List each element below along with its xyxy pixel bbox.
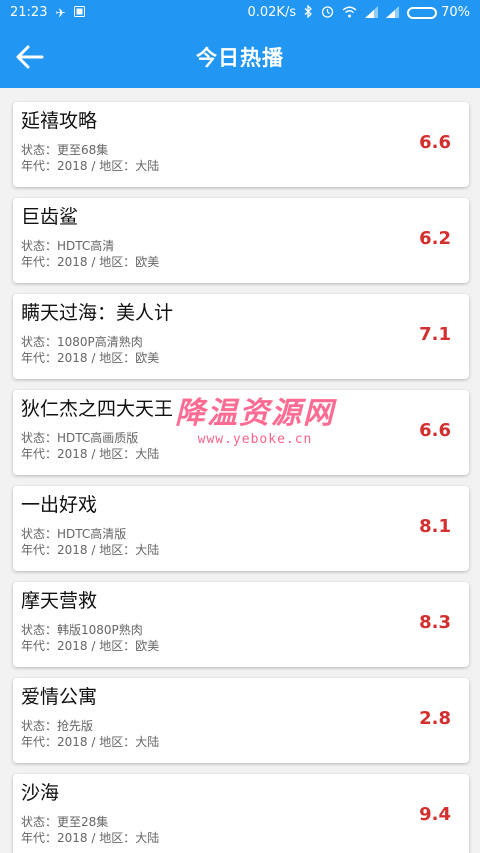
list-item[interactable]: 沙海 状态：更至28集 年代：2018 / 地区：大陆 9.4 — [13, 774, 469, 853]
notification-icon — [73, 6, 85, 19]
battery-indicator: 70% — [407, 5, 470, 20]
signal-icon — [365, 5, 379, 20]
signal-icon — [386, 5, 400, 20]
item-status: 状态：更至28集 — [21, 815, 109, 829]
page-title: 今日热播 — [196, 45, 284, 70]
item-score: 6.6 — [419, 132, 451, 153]
item-info: 年代：2018 / 地区：欧美 — [21, 351, 160, 365]
app-bar: 今日热播 — [0, 25, 480, 88]
alarm-icon — [321, 5, 334, 20]
status-time: 21:23 — [10, 5, 48, 20]
item-name: 一出好戏 — [21, 494, 98, 516]
item-name: 延禧攻略 — [21, 110, 98, 132]
item-info: 年代：2018 / 地区：大陆 — [21, 735, 160, 749]
item-score: 7.1 — [419, 324, 451, 345]
item-score: 9.4 — [419, 804, 451, 825]
item-name: 摩天营救 — [21, 590, 98, 612]
item-status: 状态：韩版1080P熟肉 — [21, 623, 143, 637]
item-score: 6.2 — [419, 228, 451, 249]
item-status: 状态：HDTC高清 — [21, 239, 115, 253]
item-name: 巨齿鲨 — [21, 206, 79, 228]
item-score: 8.3 — [419, 612, 451, 633]
list-item[interactable]: 摩天营救 状态：韩版1080P熟肉 年代：2018 / 地区：欧美 8.3 — [13, 582, 469, 667]
item-status: 状态：HDTC高画质版 — [21, 431, 139, 445]
status-bar-left: 21:23 ✈ — [10, 5, 85, 20]
item-info: 年代：2018 / 地区：大陆 — [21, 159, 160, 173]
wifi-icon — [342, 6, 357, 20]
list-item[interactable]: 瞒天过海：美人计 状态：1080P高清熟肉 年代：2018 / 地区：欧美 7.… — [13, 294, 469, 379]
battery-icon — [407, 6, 438, 19]
item-status: 状态：抢先版 — [21, 719, 94, 733]
arrow-left-icon — [16, 45, 44, 69]
item-name: 沙海 — [21, 782, 60, 804]
list-item[interactable]: 一出好戏 状态：HDTC高清版 年代：2018 / 地区：大陆 8.1 — [13, 486, 469, 571]
hot-list: 延禧攻略 状态：更至68集 年代：2018 / 地区：大陆 6.6 巨齿鲨 状态… — [0, 88, 480, 853]
item-status: 状态：HDTC高清版 — [21, 527, 127, 541]
list-item[interactable]: 巨齿鲨 状态：HDTC高清 年代：2018 / 地区：欧美 6.2 — [13, 198, 469, 283]
item-info: 年代：2018 / 地区：欧美 — [21, 639, 160, 653]
list-item[interactable]: 爱情公寓 状态：抢先版 年代：2018 / 地区：大陆 2.8 — [13, 678, 469, 763]
item-status: 状态：1080P高清熟肉 — [21, 335, 143, 349]
network-speed: 0.02K/s — [247, 5, 297, 20]
item-info: 年代：2018 / 地区：大陆 — [21, 447, 160, 461]
back-button[interactable] — [10, 37, 50, 77]
item-score: 8.1 — [419, 516, 451, 537]
item-name: 狄仁杰之四大天王 — [21, 398, 174, 420]
item-name: 爱情公寓 — [21, 686, 98, 708]
status-bar: 21:23 ✈ 0.02K/s 70% — [0, 0, 480, 25]
item-info: 年代：2018 / 地区：大陆 — [21, 543, 160, 557]
item-info: 年代：2018 / 地区：大陆 — [21, 831, 160, 845]
bluetooth-icon — [304, 4, 313, 20]
item-name: 瞒天过海：美人计 — [21, 302, 174, 324]
item-status: 状态：更至68集 — [21, 143, 109, 157]
status-bar-right: 0.02K/s 70% — [247, 4, 470, 20]
item-info: 年代：2018 / 地区：欧美 — [21, 255, 160, 269]
battery-percent: 70% — [441, 5, 470, 20]
airplane-icon: ✈ — [55, 5, 66, 20]
list-item[interactable]: 狄仁杰之四大天王 状态：HDTC高画质版 年代：2018 / 地区：大陆 6.6 — [13, 390, 469, 475]
list-item[interactable]: 延禧攻略 状态：更至68集 年代：2018 / 地区：大陆 6.6 — [13, 102, 469, 187]
item-score: 2.8 — [419, 708, 451, 729]
item-score: 6.6 — [419, 420, 451, 441]
